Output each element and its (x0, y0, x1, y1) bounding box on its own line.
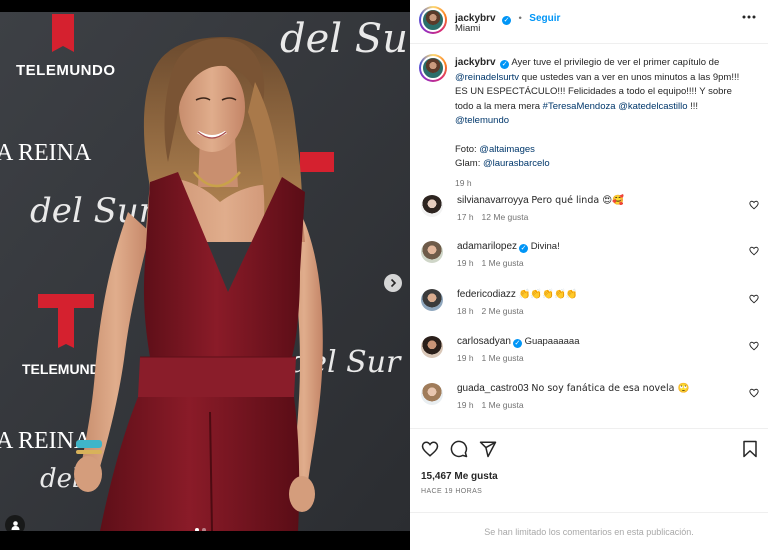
user-tag-button[interactable] (5, 515, 25, 531)
comment-likes[interactable]: 2 Me gusta (482, 306, 524, 316)
comment-text: Pero qué linda 😍🥰 (531, 195, 624, 206)
backdrop-text-2: del Sur (280, 16, 410, 62)
comment-item: carlosadyan ✓ Guapaaaaaa 19 h 1 Me gusta (410, 336, 768, 382)
comment-heart-icon[interactable] (749, 246, 759, 256)
backdrop-text-1: TELEMUNDO (16, 62, 116, 79)
comment-likes[interactable]: 12 Me gusta (482, 212, 529, 222)
caption-foto-label: Foto: (455, 143, 480, 155)
caption-mention-laurasbarcelo[interactable]: @laurasbarcelo (483, 158, 550, 169)
chevron-right-icon (390, 278, 397, 288)
caption-avatar[interactable] (419, 54, 447, 82)
comment-likes[interactable]: 1 Me gusta (482, 400, 524, 410)
commenter-avatar[interactable] (421, 336, 443, 358)
comment-username[interactable]: adamarilopez (457, 241, 517, 252)
caption-mention-reinadelsur[interactable]: @reinadelsurtv (455, 72, 519, 83)
verified-icon: ✓ (512, 339, 522, 348)
post-details-panel: jackybrv ✓ • Seguir Miami jackybrv ✓ Aye… (410, 0, 768, 550)
comment-item: federicodiazz 👏👏👏👏👏 18 h 2 Me gusta (410, 289, 768, 335)
separator-dot: • (518, 13, 522, 24)
comment-username[interactable]: carlosadyan (457, 336, 511, 347)
caption-text-1: Ayer tuve el privilegio de ver el primer… (511, 57, 720, 68)
post-photo: TELEMUNDO del Sur A REINA del Sur TELEMU… (0, 12, 410, 531)
caption-mention-altaimages[interactable]: @altaimages (479, 144, 535, 155)
comment-heart-icon[interactable] (749, 294, 759, 304)
comment-item: guada_castro03 No soy fanática de esa no… (410, 383, 768, 429)
comment-time[interactable]: 18 h (457, 306, 474, 316)
verified-icon: ✓ (502, 16, 512, 25)
commenter-avatar[interactable] (421, 241, 443, 263)
commenter-avatar[interactable] (421, 289, 443, 311)
caption-time[interactable]: 19 h (455, 176, 745, 191)
caption-mention-telemundo[interactable]: @telemundo (455, 115, 509, 126)
comment-username[interactable]: guada_castro03 (457, 383, 529, 394)
comment-username[interactable]: federicodiazz (457, 289, 516, 300)
bookmark-icon[interactable] (742, 440, 758, 458)
comment-text: No soy fanática de esa novela 🙄 (531, 383, 690, 394)
follow-button[interactable]: Seguir (529, 13, 560, 24)
comment-text: Guapaaaaaa (524, 336, 580, 347)
comment-time[interactable]: 17 h (457, 212, 474, 222)
comments-limited-notice: Se han limitado los comentarios en esta … (410, 512, 768, 550)
comment-heart-icon[interactable] (749, 200, 759, 210)
comment-likes[interactable]: 1 Me gusta (482, 258, 524, 268)
comment-time[interactable]: 19 h (457, 353, 474, 363)
user-tag-icon (11, 520, 19, 530)
verified-icon: ✓ (500, 60, 510, 69)
comment-icon[interactable] (450, 440, 468, 458)
bottom-bar (0, 531, 410, 550)
carousel-next-button[interactable] (384, 274, 402, 292)
post-caption: jackybrv ✓ Ayer tuve el privilegio de ve… (455, 56, 745, 190)
posted-time[interactable]: HACE 19 HORAS (421, 488, 482, 495)
author-avatar[interactable] (419, 6, 447, 34)
caption-mention-katedelcastillo[interactable]: @katedelcastillo (618, 101, 687, 112)
comment-username[interactable]: silvianavarroyya (457, 195, 529, 206)
backdrop-text-3: A REINA (0, 140, 92, 166)
comment-heart-icon[interactable] (749, 388, 759, 398)
caption-username[interactable]: jackybrv (455, 57, 496, 68)
comment-time[interactable]: 19 h (457, 258, 474, 268)
comment-text: Divina! (530, 241, 560, 252)
comment-item: silvianavarroyya Pero qué linda 😍🥰 17 h 1… (410, 195, 768, 241)
backdrop-text-8: del (40, 464, 80, 494)
comment-text: 👏👏👏👏👏 (518, 289, 578, 300)
caption-hashtag-teresamendoza[interactable]: #TeresaMendoza (543, 101, 616, 112)
heart-icon[interactable] (421, 440, 439, 458)
comment-heart-icon[interactable] (749, 341, 759, 351)
comment-time[interactable]: 19 h (457, 400, 474, 410)
commenter-avatar[interactable] (421, 383, 443, 405)
comment-likes[interactable]: 1 Me gusta (482, 353, 524, 363)
post-location[interactable]: Miami (455, 23, 480, 34)
more-icon[interactable] (742, 15, 756, 19)
post-media[interactable]: TELEMUNDO del Sur A REINA del Sur TELEMU… (0, 12, 410, 531)
caption-text-3: !!! (687, 100, 699, 112)
likes-count[interactable]: 15,467 Me gusta (421, 471, 498, 482)
comment-item: adamarilopez ✓ Divina! 19 h 1 Me gusta (410, 241, 768, 287)
post-actions: 15,467 Me gusta HACE 19 HORAS Se han lim… (410, 428, 768, 550)
share-icon[interactable] (479, 440, 497, 458)
commenter-avatar[interactable] (421, 195, 443, 217)
verified-icon: ✓ (519, 244, 529, 253)
post-header: jackybrv ✓ • Seguir Miami (410, 0, 768, 44)
caption-glam-label: Glam: (455, 158, 483, 169)
